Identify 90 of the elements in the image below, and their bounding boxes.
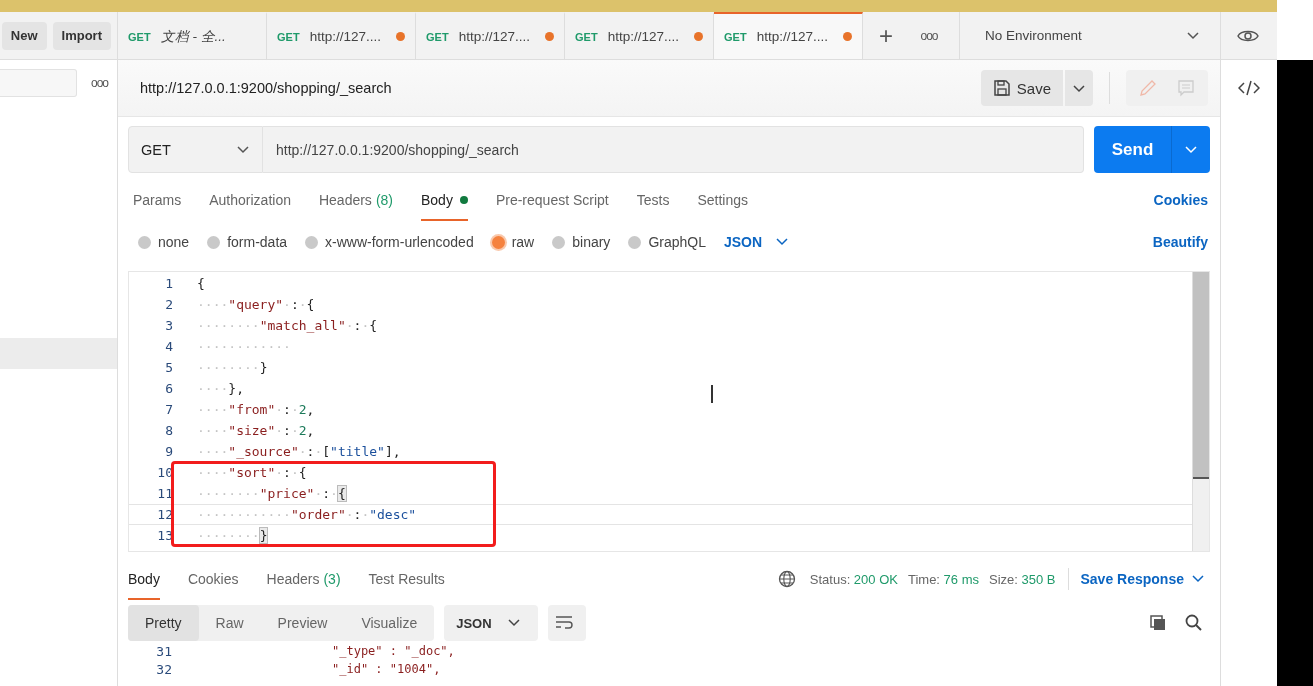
line-number: 8 (164, 423, 173, 438)
text-cursor-icon (711, 385, 713, 403)
beautify-link[interactable]: Beautify (1152, 234, 1208, 250)
request-section-tab[interactable]: Params (133, 179, 182, 221)
request-tab[interactable]: GET 文档 - 全... (118, 12, 267, 59)
response-meta: Status: 200 OK (809, 571, 898, 587)
code-line: "_id" : "1004", (332, 662, 441, 676)
view-mode-tab[interactable]: Preview (260, 605, 345, 641)
environment-select[interactable]: No Environment (959, 12, 1221, 59)
code-line: ············ (197, 339, 291, 354)
save-icon (992, 79, 1011, 97)
import-button[interactable]: Import (52, 21, 111, 50)
caret-icon (1192, 575, 1204, 583)
code-line: ····"query"·:·{ (197, 297, 315, 312)
request-title: http://127.0.0.1:9200/shopping/_search (140, 80, 392, 96)
response-tab[interactable]: Headers (3) (266, 558, 341, 600)
save-response-link[interactable]: Save Response (1080, 571, 1208, 587)
code-line: ········} (197, 528, 268, 543)
code-line: ········"price"·:·{ (197, 486, 346, 501)
request-section-tab[interactable]: Pre-request Script (495, 179, 609, 221)
line-number: 7 (164, 402, 173, 417)
copy-icon[interactable] (1148, 613, 1168, 633)
body-type-radio[interactable]: GraphQL (628, 234, 706, 250)
body-type-radio[interactable]: raw (491, 234, 535, 250)
code-line: ····"size"·:·2, (197, 423, 315, 438)
caret-icon (1186, 30, 1200, 41)
code-line: ············"order"·:·"desc" (197, 507, 417, 522)
line-number: 31 (155, 643, 172, 659)
request-section-tab[interactable]: Authorization (209, 179, 291, 221)
response-meta: Time: 76 ms (907, 571, 979, 587)
caret-icon (236, 144, 250, 155)
response-tab[interactable]: Body (128, 558, 160, 600)
line-number: 3 (164, 318, 173, 333)
search-icon[interactable] (1184, 613, 1204, 633)
view-mode-tab[interactable]: Pretty (128, 605, 199, 641)
scrollbar-thumb[interactable] (1193, 272, 1209, 479)
code-line: ········} (197, 360, 268, 375)
body-type-radio[interactable]: binary (552, 234, 611, 250)
globe-icon[interactable] (777, 570, 796, 588)
pencil-icon[interactable] (1138, 78, 1158, 98)
request-tab[interactable]: GET http://127.... (416, 12, 565, 59)
body-type-radio[interactable]: none (138, 234, 190, 250)
line-number: 2 (164, 297, 173, 312)
line-number: 1 (164, 276, 173, 291)
more-button[interactable]: ooo (909, 12, 949, 59)
request-tab[interactable]: GET http://127.... (267, 12, 416, 59)
more-button[interactable]: ooo (85, 75, 115, 91)
request-section-tab[interactable]: Headers (8) (318, 179, 393, 221)
line-number: 6 (164, 381, 173, 396)
response-tab[interactable]: Cookies (187, 558, 239, 600)
line-number: 9 (164, 444, 173, 459)
request-tab[interactable]: GET http://127.... (714, 12, 863, 59)
search-field[interactable] (0, 69, 77, 97)
caret-icon (776, 238, 789, 246)
format-select[interactable]: JSON (723, 234, 789, 250)
view-mode-tab[interactable]: Raw (198, 605, 261, 641)
caret-icon (507, 619, 520, 627)
code-line: { (197, 276, 205, 291)
body-type-radio[interactable]: form-data (207, 234, 288, 250)
request-section-tab[interactable]: Settings (697, 179, 749, 221)
code-line: ········"match_all"·:·{ (197, 318, 378, 333)
code-line: "_type" : "_doc", (332, 644, 455, 658)
cookies-link[interactable]: Cookies (1153, 192, 1208, 208)
save-button[interactable]: Save (980, 70, 1063, 106)
code-line: ····"from"·:·2, (197, 402, 315, 417)
body-type-radio[interactable]: x-www-form-urlencoded (305, 234, 474, 250)
code-line: ····"_source"·:·["title"], (197, 444, 401, 459)
response-tab[interactable]: Test Results (368, 558, 445, 600)
code-line: ····"sort"·:·{ (197, 465, 307, 480)
request-section-tab[interactable]: Body (421, 179, 468, 221)
caret-icon (1073, 84, 1085, 93)
request-section-tab[interactable]: Tests (636, 179, 670, 221)
line-number: 4 (164, 339, 173, 354)
line-number: 11 (156, 486, 173, 501)
url-field[interactable]: http://127.0.0.1:9200/shopping/_search (263, 126, 1084, 173)
wrap-lines-button[interactable] (547, 605, 586, 641)
response-meta: Size: 350 B (989, 571, 1056, 587)
code-line: ····}, (197, 381, 244, 396)
line-number: 32 (155, 661, 172, 677)
method-select[interactable]: GET (128, 126, 263, 173)
code-icon[interactable] (1238, 80, 1260, 96)
comment-icon[interactable] (1176, 78, 1196, 98)
new-button[interactable]: New (1, 21, 47, 50)
save-options-button[interactable] (1065, 70, 1093, 106)
caret-icon (1185, 146, 1197, 154)
wrap-icon (553, 613, 574, 630)
line-number: 5 (164, 360, 173, 375)
view-mode-tab[interactable]: Visualize (344, 605, 435, 641)
format-select[interactable]: JSON (444, 605, 538, 641)
new-tab-button[interactable]: + (863, 12, 909, 59)
